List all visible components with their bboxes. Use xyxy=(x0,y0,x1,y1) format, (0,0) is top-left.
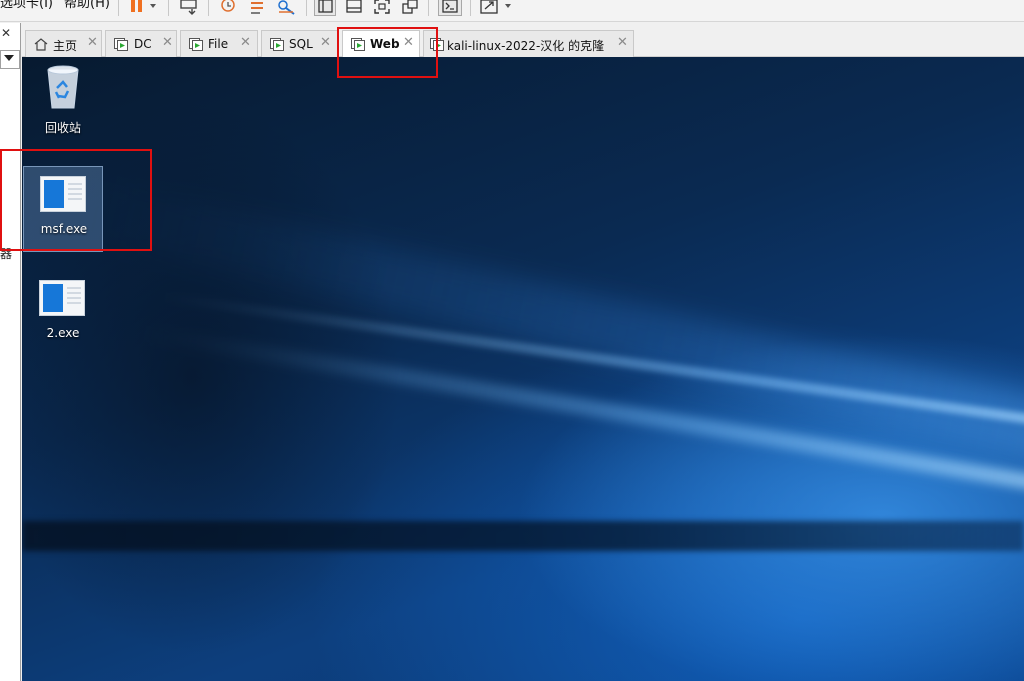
console-icon xyxy=(442,0,458,13)
home-icon xyxy=(34,38,48,51)
recycle-bin-icon xyxy=(47,65,79,109)
library-view-icon xyxy=(318,0,333,13)
pause-icon[interactable] xyxy=(130,0,160,15)
top-toolbar: 选项卡(I) 帮助(H) xyxy=(0,0,1024,22)
guest-desktop[interactable]: 回收站 msf.exe 2.exe xyxy=(22,57,1024,681)
desktop-icon-2-exe[interactable]: 2.exe xyxy=(23,271,103,357)
library-panel: ✕ 器 xyxy=(0,23,21,681)
toolbar-separator xyxy=(428,0,429,16)
vm-icon xyxy=(270,38,284,51)
tab-label: DC xyxy=(134,37,152,51)
unity-mode-icon[interactable] xyxy=(402,0,420,15)
highlight-box-msf-exe xyxy=(0,149,152,251)
tab-label: File xyxy=(208,37,229,51)
exe-file-icon xyxy=(39,280,85,316)
thumbnail-bar-icon[interactable] xyxy=(346,0,364,15)
tab-close-icon[interactable]: ✕ xyxy=(320,36,331,50)
desktop-icon-recycle-bin[interactable]: 回收站 xyxy=(23,60,103,146)
tab-close-icon[interactable]: ✕ xyxy=(87,36,98,50)
tab-close-icon[interactable]: ✕ xyxy=(162,36,173,50)
stretch-guest-icon[interactable] xyxy=(480,0,516,15)
tab-label: 主页 xyxy=(53,39,78,53)
menu-tabs[interactable]: 选项卡(I) xyxy=(0,0,53,11)
revert-snapshot-icon[interactable] xyxy=(248,0,270,15)
tab-label: SQL xyxy=(289,37,313,51)
tab-sql[interactable]: SQL ✕ xyxy=(261,30,339,58)
full-screen-icon[interactable] xyxy=(374,0,392,15)
tab-label: kali-linux-2022-汉化 的克隆 xyxy=(447,39,605,53)
tab-close-icon[interactable]: ✕ xyxy=(240,36,251,50)
send-ctrl-alt-del-icon[interactable] xyxy=(180,0,202,15)
desktop-icon-label: 回收站 xyxy=(44,121,81,135)
tab-dc[interactable]: DC ✕ xyxy=(105,30,177,58)
snapshot-manager-icon[interactable] xyxy=(277,0,299,15)
tab-close-icon[interactable]: ✕ xyxy=(617,36,628,50)
tab-home[interactable]: 主页 ✕ xyxy=(25,30,102,58)
vm-tab-strip: 主页 ✕ DC ✕ File ✕ SQL ✕ Web ✕ kali-linux-… xyxy=(22,23,1024,58)
snapshot-icon[interactable] xyxy=(218,0,240,15)
library-close-button[interactable]: ✕ xyxy=(1,27,11,39)
toolbar-separator xyxy=(168,0,169,16)
toolbar-separator xyxy=(470,0,471,16)
tab-kali-linux[interactable]: kali-linux-2022-汉化 的克隆 ✕ xyxy=(423,30,634,58)
desktop-icon-label: 2.exe xyxy=(46,326,80,340)
highlight-box-web-tab xyxy=(337,27,438,78)
tab-file[interactable]: File ✕ xyxy=(180,30,258,58)
menu-help[interactable]: 帮助(H) xyxy=(64,0,110,11)
vm-icon xyxy=(114,38,128,51)
chevron-down-icon xyxy=(4,55,14,61)
toolbar-separator xyxy=(306,0,307,16)
library-search-dropdown[interactable] xyxy=(0,50,20,69)
toolbar-separator xyxy=(118,0,119,16)
vm-icon xyxy=(189,38,203,51)
toolbar-separator xyxy=(208,0,209,16)
